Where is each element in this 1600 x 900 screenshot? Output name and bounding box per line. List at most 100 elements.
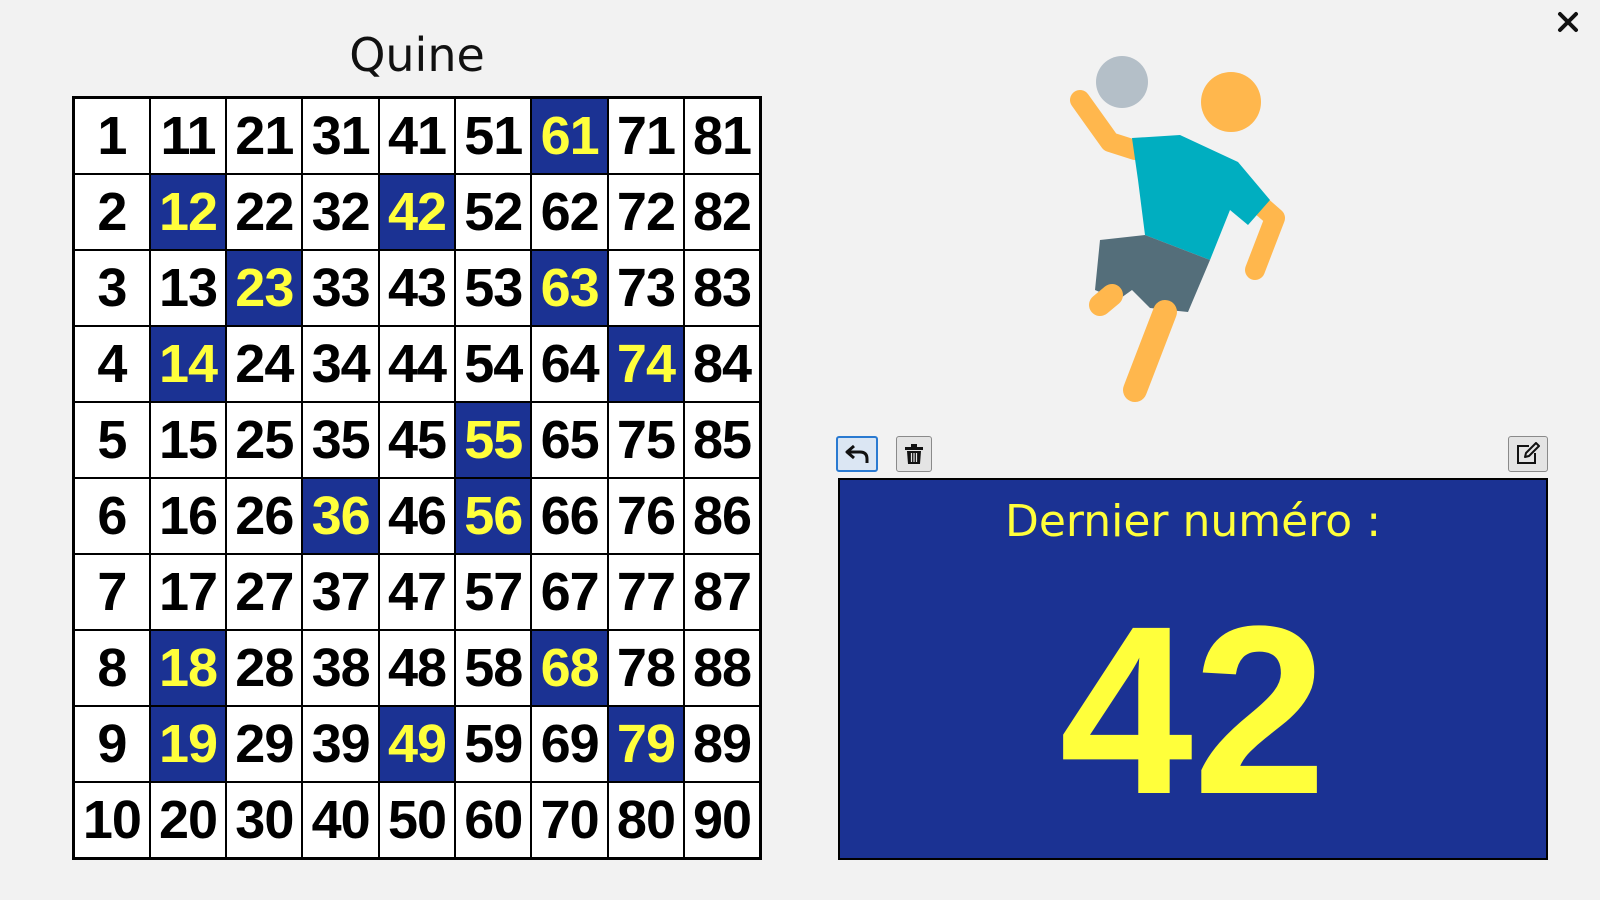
board-cell[interactable]: 87 <box>683 552 762 631</box>
board-cell[interactable]: 90 <box>683 780 762 860</box>
board-cell[interactable]: 32 <box>301 173 380 252</box>
board-cell[interactable]: 88 <box>683 628 762 707</box>
board-cell[interactable]: 75 <box>606 400 686 479</box>
board-cell[interactable]: 29 <box>225 704 304 783</box>
board-cell[interactable]: 71 <box>606 96 686 176</box>
board-cell[interactable]: 7 <box>72 552 151 631</box>
board-cell[interactable]: 25 <box>225 400 304 479</box>
board-cell[interactable]: 34 <box>301 325 380 403</box>
board-cell[interactable]: 58 <box>454 628 533 707</box>
board-cell[interactable]: 6 <box>72 476 151 555</box>
board-cell[interactable]: 11 <box>148 96 228 176</box>
board-cell[interactable]: 67 <box>530 552 609 631</box>
board-cell[interactable]: 24 <box>225 325 304 403</box>
board-cell[interactable]: 12 <box>148 173 228 252</box>
board-cell[interactable]: 49 <box>377 704 457 783</box>
board-cell[interactable]: 77 <box>606 552 686 631</box>
board-cell[interactable]: 45 <box>377 400 457 479</box>
board-cell[interactable]: 68 <box>530 628 609 707</box>
board-cell[interactable]: 89 <box>683 704 762 783</box>
board-cell[interactable]: 13 <box>148 249 228 327</box>
board-cell[interactable]: 5 <box>72 400 151 479</box>
board-cell[interactable]: 26 <box>225 476 304 555</box>
board-cell[interactable]: 69 <box>530 704 609 783</box>
board-cell[interactable]: 14 <box>148 325 228 403</box>
number-board: 1 11 21 31 41 51 61 71 81 2 12 22 32 42 52 62 72 82 3 13 23 3… <box>72 96 762 860</box>
board-cell[interactable]: 73 <box>606 249 686 327</box>
board-cell[interactable]: 16 <box>148 476 228 555</box>
board-cell[interactable]: 18 <box>148 628 228 707</box>
board-cell[interactable]: 79 <box>606 704 686 783</box>
board-cell[interactable]: 3 <box>72 249 151 327</box>
board-cell[interactable]: 80 <box>606 780 686 860</box>
board-cell[interactable]: 30 <box>225 780 304 860</box>
board-cell[interactable]: 48 <box>377 628 457 707</box>
board-cell[interactable]: 57 <box>454 552 533 631</box>
board-cell[interactable]: 19 <box>148 704 228 783</box>
board-cell[interactable]: 43 <box>377 249 457 327</box>
board-cell[interactable]: 62 <box>530 173 609 252</box>
board-cell[interactable]: 22 <box>225 173 304 252</box>
board-cell[interactable]: 20 <box>148 780 228 860</box>
board-cell[interactable]: 37 <box>301 552 380 631</box>
board-cell[interactable]: 42 <box>377 173 457 252</box>
board-cell[interactable]: 2 <box>72 173 151 252</box>
board-cell[interactable]: 50 <box>377 780 457 860</box>
board-cell[interactable]: 23 <box>225 249 304 327</box>
board-cell[interactable]: 36 <box>301 476 380 555</box>
board-cell[interactable]: 39 <box>301 704 380 783</box>
board-cell[interactable]: 21 <box>225 96 304 176</box>
board-cell[interactable]: 83 <box>683 249 762 327</box>
board-cell[interactable]: 84 <box>683 325 762 403</box>
board-cell[interactable]: 63 <box>530 249 609 327</box>
board-cell[interactable]: 31 <box>301 96 380 176</box>
close-icon <box>1558 12 1578 32</box>
board-cell[interactable]: 86 <box>683 476 762 555</box>
board-cell[interactable]: 1 <box>72 96 151 176</box>
delete-button[interactable] <box>896 436 932 472</box>
board-cell[interactable]: 28 <box>225 628 304 707</box>
board-cell[interactable]: 66 <box>530 476 609 555</box>
board-row: 9 19 29 39 49 59 69 79 89 <box>72 704 762 783</box>
board-cell[interactable]: 8 <box>72 628 151 707</box>
board-cell[interactable]: 74 <box>606 325 686 403</box>
board-cell[interactable]: 40 <box>301 780 380 860</box>
close-button[interactable] <box>1554 8 1582 36</box>
board-cell[interactable]: 35 <box>301 400 380 479</box>
board-cell[interactable]: 15 <box>148 400 228 479</box>
board-cell[interactable]: 46 <box>377 476 457 555</box>
board-cell[interactable]: 10 <box>72 780 151 860</box>
board-cell[interactable]: 47 <box>377 552 457 631</box>
board-cell[interactable]: 61 <box>530 96 609 176</box>
board-cell[interactable]: 76 <box>606 476 686 555</box>
board-cell[interactable]: 52 <box>454 173 533 252</box>
game-title: Quine <box>349 28 485 82</box>
board-cell[interactable]: 56 <box>454 476 533 555</box>
board-cell[interactable]: 33 <box>301 249 380 327</box>
undo-button[interactable] <box>836 436 878 472</box>
board-cell[interactable]: 82 <box>683 173 762 252</box>
board-cell[interactable]: 55 <box>454 400 533 479</box>
board-cell[interactable]: 9 <box>72 704 151 783</box>
board-cell[interactable]: 60 <box>454 780 533 860</box>
board-cell[interactable]: 44 <box>377 325 457 403</box>
board-cell[interactable]: 4 <box>72 325 151 403</box>
board-cell[interactable]: 17 <box>148 552 228 631</box>
board-cell[interactable]: 54 <box>454 325 533 403</box>
board-cell[interactable]: 70 <box>530 780 609 860</box>
board-cell[interactable]: 81 <box>683 96 762 176</box>
edit-icon <box>1517 442 1540 464</box>
board-cell[interactable]: 78 <box>606 628 686 707</box>
board-cell[interactable]: 41 <box>377 96 457 176</box>
last-number-value: 42 <box>1059 576 1327 844</box>
board-cell[interactable]: 64 <box>530 325 609 403</box>
edit-button[interactable] <box>1508 436 1548 472</box>
board-cell[interactable]: 85 <box>683 400 762 479</box>
board-cell[interactable]: 27 <box>225 552 304 631</box>
board-cell[interactable]: 59 <box>454 704 533 783</box>
board-cell[interactable]: 38 <box>301 628 380 707</box>
board-cell[interactable]: 72 <box>606 173 686 252</box>
board-cell[interactable]: 53 <box>454 249 533 327</box>
board-cell[interactable]: 51 <box>454 96 533 176</box>
board-cell[interactable]: 65 <box>530 400 609 479</box>
